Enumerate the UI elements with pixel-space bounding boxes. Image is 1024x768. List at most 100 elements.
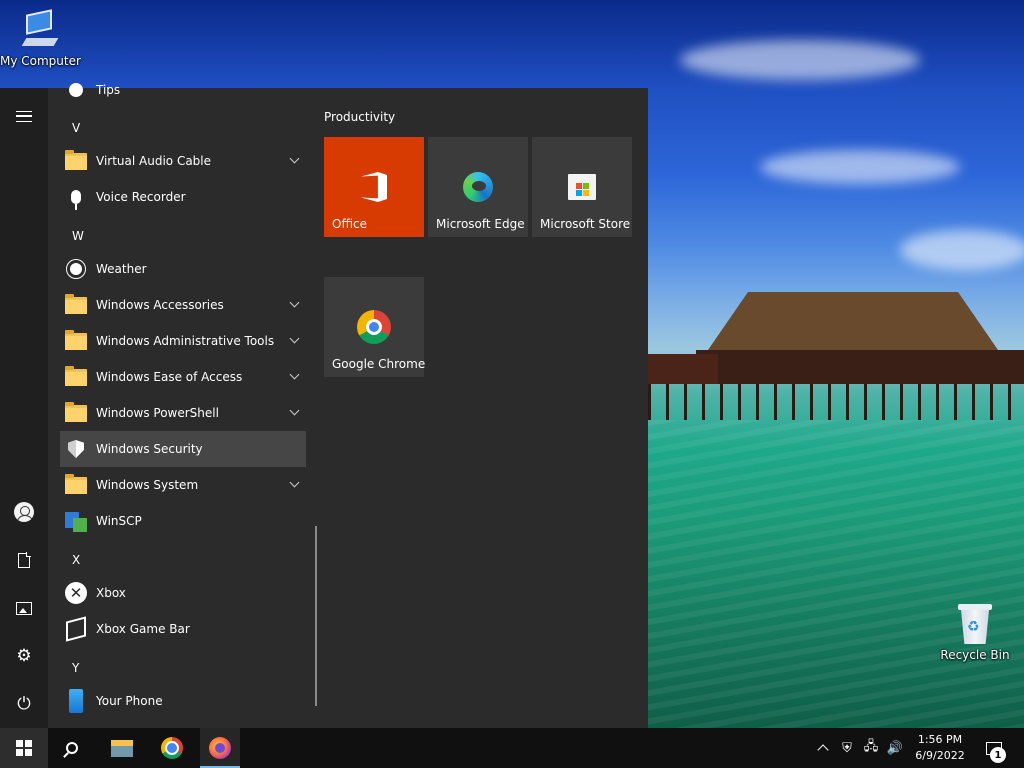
folder-icon — [65, 329, 87, 350]
user-icon — [14, 502, 34, 522]
tile-label: Microsoft Store — [540, 217, 631, 231]
desktop-icon-label: My Computer — [0, 54, 81, 68]
taskbar-file-explorer[interactable] — [98, 728, 146, 768]
start-menu: ⚙ ⏻ Tips V Virtual Audio Cable Voice Rec… — [0, 83, 648, 728]
clock-date: 6/9/2022 — [915, 749, 965, 762]
letter-header-y[interactable]: Y — [72, 661, 79, 675]
expand-menu-button[interactable] — [0, 96, 48, 136]
folder-icon — [65, 149, 87, 170]
app-your-phone[interactable]: Your Phone — [60, 683, 306, 719]
phone-icon — [69, 689, 83, 713]
clock[interactable]: 1:56 PM 6/9/2022 — [906, 732, 974, 764]
app-name: Virtual Audio Cable — [96, 154, 212, 168]
app-name: Your Phone — [96, 694, 163, 708]
taskbar-google-chrome[interactable] — [148, 728, 196, 768]
app-name: Windows Accessories — [96, 298, 224, 312]
desktop-icon-label: Recycle Bin — [940, 648, 1010, 662]
chevron-down-icon — [289, 369, 300, 380]
pictures-button[interactable] — [0, 588, 48, 628]
network-icon: 🖧 — [863, 739, 879, 754]
app-windows-administrative-tools[interactable]: Windows Administrative Tools — [60, 323, 306, 359]
app-winscp[interactable]: WinSCP — [60, 503, 306, 539]
app-windows-accessories[interactable]: Windows Accessories — [60, 287, 306, 323]
app-windows-security[interactable]: Windows Security — [60, 431, 306, 467]
user-account-button[interactable] — [0, 492, 48, 532]
edge-icon — [463, 172, 493, 202]
clock-time: 1:56 PM — [917, 733, 963, 746]
folder-icon — [65, 473, 87, 494]
app-name: Voice Recorder — [96, 190, 186, 204]
app-name: Windows Administrative Tools — [96, 334, 275, 348]
lightbulb-icon — [69, 83, 83, 97]
cloud — [680, 40, 920, 80]
app-virtual-audio-cable[interactable]: Virtual Audio Cable — [60, 143, 306, 179]
winscp-icon — [65, 510, 87, 532]
app-name: Windows System — [96, 478, 199, 492]
search-button[interactable] — [48, 728, 96, 768]
folder-icon — [65, 365, 87, 386]
office-icon — [361, 172, 387, 202]
picture-icon — [16, 601, 32, 615]
start-button[interactable] — [0, 728, 48, 768]
app-list-scrollbar[interactable] — [315, 526, 317, 706]
chrome-icon — [161, 737, 183, 759]
overwater-hut — [648, 290, 1024, 430]
app-xbox-game-bar[interactable]: Xbox Game Bar — [60, 611, 306, 647]
folder-icon — [65, 293, 87, 314]
app-name: Windows Ease of Access — [96, 370, 243, 384]
app-name: Xbox Game Bar — [96, 622, 190, 636]
tile-google-chrome[interactable]: Google Chrome — [324, 277, 426, 377]
search-icon — [66, 742, 78, 754]
tile-microsoft-store[interactable]: Microsoft Store — [532, 137, 632, 237]
shield-icon — [68, 440, 84, 458]
app-name: Windows Security — [96, 442, 203, 456]
windows-security-warning-icon: ⛨ — [842, 740, 852, 756]
power-icon: ⏻ — [17, 693, 31, 714]
microphone-icon — [71, 190, 81, 210]
chevron-down-icon — [289, 477, 300, 488]
sun-icon — [70, 263, 82, 275]
computer-icon — [21, 9, 59, 52]
app-name: Xbox — [96, 586, 126, 600]
app-weather[interactable]: Weather — [60, 251, 306, 287]
tile-label: Google Chrome — [332, 357, 426, 371]
cloud — [900, 230, 1024, 270]
app-name: Windows PowerShell — [96, 406, 219, 420]
documents-button[interactable] — [0, 540, 48, 580]
app-windows-system[interactable]: Windows System — [60, 467, 306, 503]
letter-header-w[interactable]: W — [72, 229, 84, 243]
xbox-icon: ✕ — [65, 582, 87, 604]
tray-security[interactable]: ⛨ — [836, 728, 858, 768]
tile-group-title[interactable]: Productivity — [324, 110, 395, 124]
game-bar-icon — [66, 616, 86, 642]
chevron-down-icon — [289, 333, 300, 344]
show-hidden-icons-button[interactable] — [812, 728, 834, 768]
app-windows-powershell[interactable]: Windows PowerShell — [60, 395, 306, 431]
notification-count-badge: 1 — [990, 747, 1006, 763]
letter-header-v[interactable]: V — [72, 121, 80, 135]
letter-header-x[interactable]: X — [72, 553, 80, 567]
settings-button[interactable]: ⚙ — [0, 636, 48, 676]
desktop-icon-recycle-bin[interactable]: ♻ Recycle Bin — [935, 604, 1015, 662]
store-bag-icon — [568, 174, 596, 200]
app-voice-recorder[interactable]: Voice Recorder — [60, 179, 306, 215]
folder-icon — [65, 401, 87, 422]
app-tips[interactable]: Tips — [60, 72, 306, 108]
power-button[interactable]: ⏻ — [0, 684, 48, 724]
tray-network[interactable]: 🖧 — [860, 728, 882, 768]
app-name: WinSCP — [96, 514, 142, 528]
app-xbox[interactable]: ✕ Xbox — [60, 575, 306, 611]
app-windows-ease-of-access[interactable]: Windows Ease of Access — [60, 359, 306, 395]
taskbar: ⛨ 🖧 🔊 1:56 PM 6/9/2022 1 — [0, 728, 1024, 768]
tile-microsoft-edge[interactable]: Microsoft Edge — [428, 137, 528, 237]
start-rail: ⚙ ⏻ — [0, 88, 48, 728]
firefox-icon — [209, 737, 231, 759]
taskbar-firefox[interactable] — [200, 728, 240, 768]
tile-label: Office — [332, 217, 368, 231]
tile-office[interactable]: Office — [324, 137, 424, 237]
desktop-icon-my-computer[interactable]: My Computer — [0, 9, 81, 68]
tile-label: Microsoft Edge — [436, 217, 525, 231]
volume-icon: 🔊 — [886, 740, 904, 756]
tray-volume[interactable]: 🔊 — [884, 728, 906, 768]
app-name: Tips — [96, 83, 121, 97]
